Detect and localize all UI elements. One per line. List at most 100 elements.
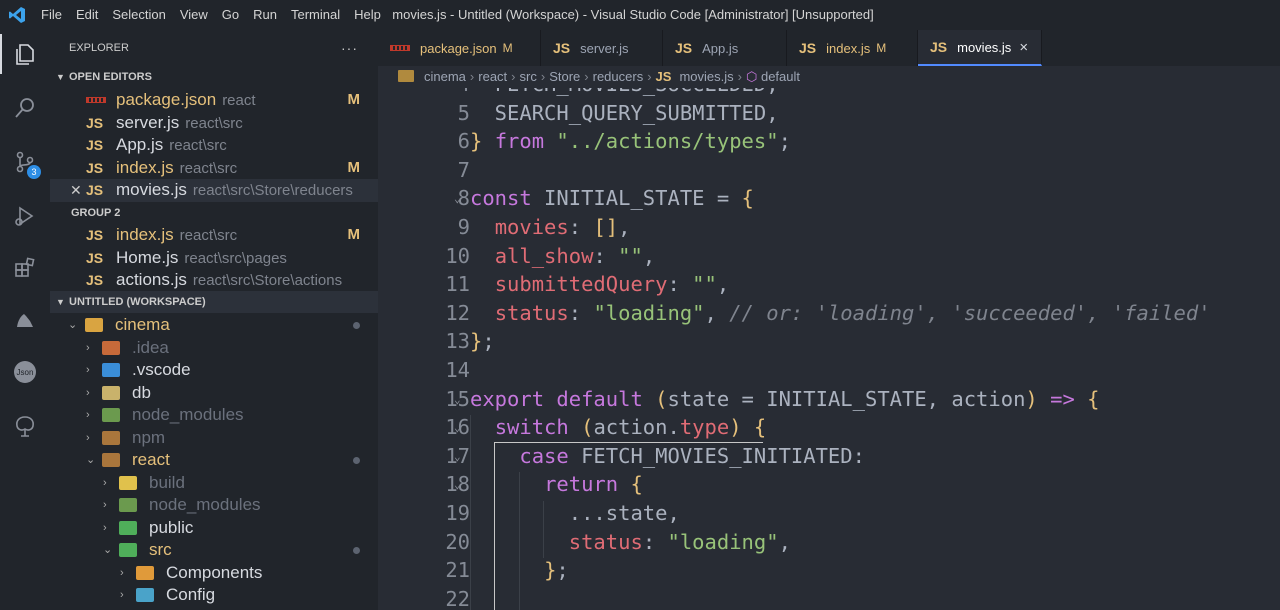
code-line[interactable]: SEARCH_QUERY_SUBMITTED, — [470, 101, 779, 125]
explorer-sidebar: EXPLORER ··· ▼ OPEN EDITORS package.json… — [50, 30, 378, 610]
folder-name: cinema — [115, 315, 170, 334]
tree-folder[interactable]: › npm — [50, 427, 378, 450]
json-icon-label: Json — [17, 368, 34, 377]
chevron-right-icon: › — [86, 386, 90, 399]
extensions-icon[interactable] — [0, 248, 50, 288]
tree-folder[interactable]: › Components — [50, 562, 378, 585]
fold-chevron-icon[interactable]: ⌄ — [454, 478, 461, 491]
tree-folder[interactable]: ⌄ react — [50, 449, 378, 472]
close-icon[interactable]: ✕ — [70, 179, 82, 202]
open-editor-item-active[interactable]: ✕ JS movies.js react\src\Store\reducers — [50, 179, 378, 202]
folder-icon — [102, 453, 120, 467]
code-line[interactable]: FETCH_MOVIES_SUCCEEDED, — [470, 88, 779, 96]
tree-folder[interactable]: › public — [50, 517, 378, 540]
breadcrumb-item[interactable]: default — [761, 69, 800, 84]
chevron-down-icon: ⌄ — [68, 319, 78, 331]
code-line[interactable]: status: "loading", // or: 'loading', 'su… — [470, 301, 1211, 325]
fold-chevron-icon[interactable]: ⌄ — [454, 192, 461, 205]
tab-movies-js[interactable]: JS movies.js × — [918, 30, 1042, 66]
code-line[interactable]: const INITIAL_STATE = { — [470, 186, 754, 210]
file-name: package.json — [116, 90, 217, 109]
menu-selection[interactable]: Selection — [105, 0, 172, 30]
breadcrumb-item[interactable]: react — [478, 69, 507, 84]
code-line[interactable]: ...state, — [470, 501, 680, 525]
tree-folder[interactable]: › node_modules — [50, 404, 378, 427]
folder-name: node_modules — [132, 405, 244, 424]
open-editor-item[interactable]: JS server.js react\src — [50, 112, 378, 135]
breadcrumb-item[interactable]: reducers — [593, 69, 644, 84]
json-icon[interactable]: Json — [0, 352, 50, 392]
config-folder-icon — [136, 588, 154, 602]
open-editor-item[interactable]: JS index.js react\src M — [50, 224, 378, 247]
tree-folder[interactable]: ⌄ src — [50, 539, 378, 562]
code-line[interactable]: submittedQuery: "", — [470, 272, 730, 296]
line-number: 14 — [445, 358, 470, 382]
remote-explorer-icon[interactable] — [0, 406, 50, 446]
workspace-section[interactable]: ▼ UNTITLED (WORKSPACE) — [50, 291, 378, 313]
open-editor-item[interactable]: JS App.js react\src — [50, 134, 378, 157]
search-icon[interactable] — [0, 88, 50, 128]
js-file-icon: JS — [553, 40, 571, 56]
open-editor-item[interactable]: JS actions.js react\src\Store\actions — [50, 269, 378, 292]
breadcrumb-item[interactable]: src — [520, 69, 537, 84]
open-editor-item[interactable]: JS Home.js react\src\pages — [50, 247, 378, 270]
menu-help[interactable]: Help — [347, 0, 388, 30]
code-editor[interactable]: 4 FETCH_MOVIES_SUCCEEDED,5 SEARCH_QUERY_… — [378, 88, 1280, 610]
breadcrumb-item[interactable]: movies.js — [679, 69, 733, 84]
menu-view[interactable]: View — [173, 0, 215, 30]
breadcrumb-item[interactable]: Store — [549, 69, 580, 84]
tab-server-js[interactable]: JS server.js — [541, 30, 663, 66]
code-line[interactable]: all_show: "", — [470, 244, 655, 268]
open-editor-item[interactable]: JS index.js react\src M — [50, 157, 378, 180]
code-line[interactable]: switch (action.type) { — [470, 415, 767, 439]
code-line[interactable]: }; — [470, 329, 495, 353]
tree-folder[interactable]: ⌄ cinema — [50, 314, 378, 337]
menu-go[interactable]: Go — [215, 0, 246, 30]
menu-run[interactable]: Run — [246, 0, 284, 30]
folder-icon — [398, 70, 414, 82]
tree-folder[interactable]: › Config — [50, 584, 378, 607]
more-actions-button[interactable]: ··· — [341, 30, 358, 66]
chevron-right-icon: › — [511, 69, 516, 84]
tree-folder[interactable]: › build — [50, 472, 378, 495]
chevron-right-icon: › — [86, 431, 90, 444]
chevron-right-icon: › — [647, 69, 652, 84]
fold-chevron-icon[interactable]: ⌄ — [454, 421, 461, 434]
chevron-right-icon: › — [540, 69, 546, 84]
components-folder-icon — [136, 565, 154, 580]
modified-dot — [353, 547, 360, 554]
tree-folder[interactable]: › node_modules — [50, 494, 378, 517]
fold-chevron-icon[interactable]: ⌄ — [454, 393, 461, 406]
code-line[interactable]: case FETCH_MOVIES_INITIATED: — [470, 444, 865, 468]
code-line[interactable]: movies: [], — [470, 215, 631, 239]
code-line[interactable]: export default (state = INITIAL_STATE, a… — [470, 387, 1099, 411]
fold-chevron-icon[interactable]: ⌄ — [454, 450, 461, 463]
file-path: react\src — [179, 227, 238, 244]
tab-app-js[interactable]: JS App.js — [663, 30, 787, 66]
run-debug-icon[interactable] — [0, 196, 50, 236]
docker-icon[interactable] — [0, 300, 50, 340]
menu-file[interactable]: File — [34, 0, 69, 30]
open-editors-section[interactable]: ▼ OPEN EDITORS — [50, 66, 378, 88]
tab-label: package.json — [420, 40, 497, 56]
chevron-right-icon: › — [103, 476, 107, 489]
tree-folder[interactable]: › .idea — [50, 337, 378, 360]
tab-package-json[interactable]: package.json M — [378, 30, 541, 66]
tree-folder[interactable]: › .vscode — [50, 359, 378, 382]
code-line[interactable]: return { — [470, 472, 643, 496]
js-file-icon: JS — [655, 69, 672, 84]
chevron-right-icon: › — [469, 69, 475, 84]
close-tab-icon[interactable]: × — [1019, 39, 1028, 56]
code-line[interactable]: } from "../actions/types"; — [470, 129, 791, 153]
group2-section: GROUP 2 — [50, 202, 378, 224]
explorer-icon[interactable] — [0, 34, 50, 74]
tree-folder[interactable]: › db — [50, 382, 378, 405]
folder-name: react — [132, 450, 170, 469]
menu-terminal[interactable]: Terminal — [284, 0, 347, 30]
file-path: react\src\Store\reducers — [192, 182, 353, 199]
open-editor-item[interactable]: package.json react M — [50, 89, 378, 112]
breadcrumb-item[interactable]: cinema — [424, 69, 466, 84]
menu-edit[interactable]: Edit — [69, 0, 105, 30]
source-control-icon[interactable]: 3 — [0, 142, 50, 182]
tab-index-js[interactable]: JS index.js M — [787, 30, 918, 66]
